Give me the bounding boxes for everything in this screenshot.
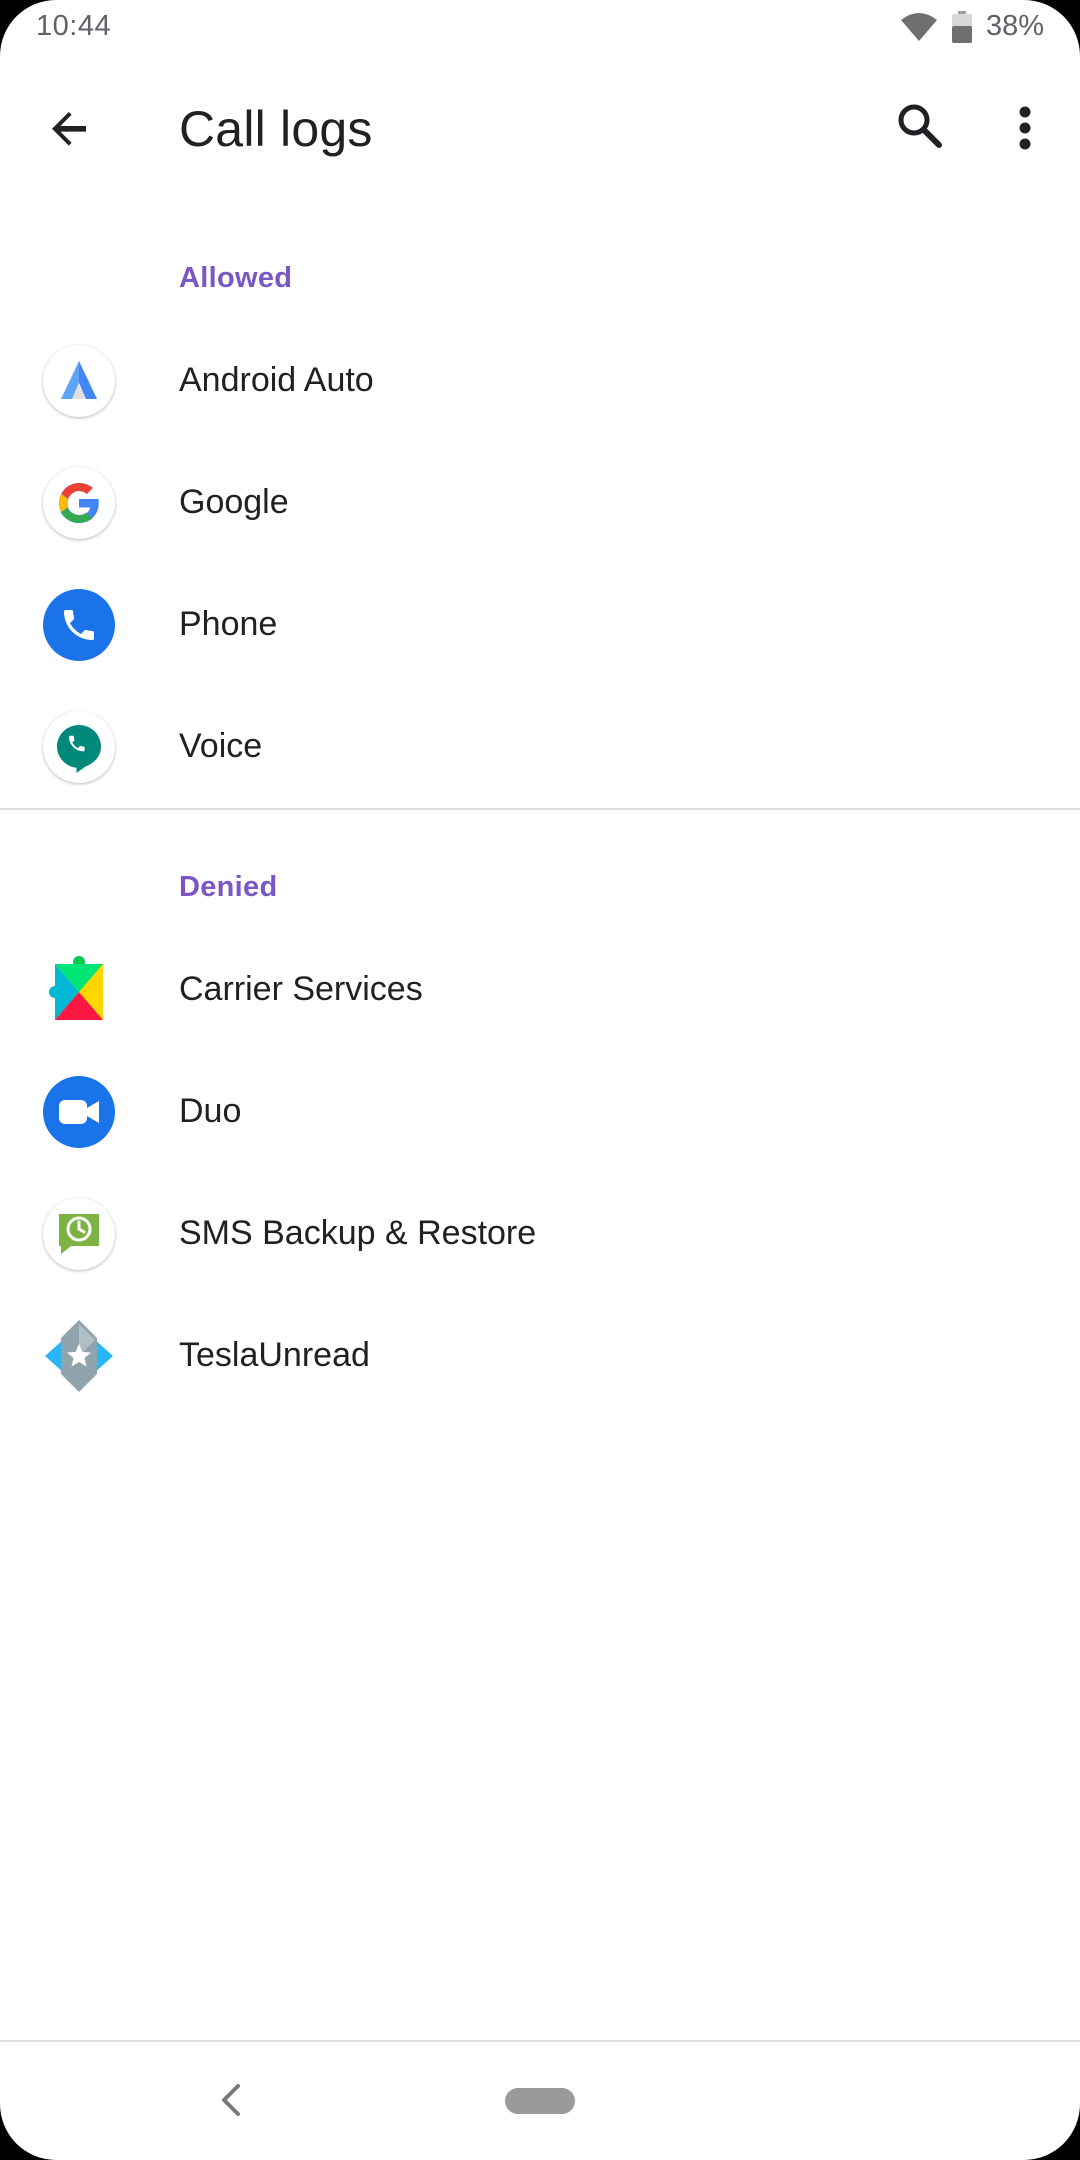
section-divider xyxy=(0,808,1080,810)
app-bar: Call logs xyxy=(0,70,1080,190)
app-label: Voice xyxy=(179,727,263,765)
section-header-allowed: Allowed xyxy=(179,262,293,294)
list-item-android-auto[interactable]: Android Auto xyxy=(0,320,1080,442)
status-icons: 38% xyxy=(900,10,1044,43)
phone-icon xyxy=(43,589,115,661)
more-options-button[interactable] xyxy=(985,90,1065,170)
list-item-phone[interactable]: Phone xyxy=(0,564,1080,686)
teslaunread-icon xyxy=(43,1320,115,1392)
app-label: TeslaUnread xyxy=(179,1336,370,1374)
more-vert-icon xyxy=(1018,106,1032,155)
voice-icon xyxy=(43,711,115,783)
google-icon xyxy=(43,467,115,539)
battery-icon xyxy=(951,10,972,43)
list-item-sms-backup[interactable]: SMS Backup & Restore xyxy=(0,1173,1080,1295)
android-auto-icon xyxy=(43,345,115,417)
app-label: Google xyxy=(179,483,289,521)
arrow-back-icon xyxy=(46,104,94,157)
nav-bar-divider xyxy=(0,2040,1080,2042)
list-item-teslaunread[interactable]: TeslaUnread xyxy=(0,1295,1080,1417)
sms-backup-icon xyxy=(43,1198,115,1270)
app-label: Carrier Services xyxy=(179,970,423,1008)
list-item-carrier-services[interactable]: Carrier Services xyxy=(0,929,1080,1051)
nav-home-pill[interactable] xyxy=(505,2088,575,2114)
back-button[interactable] xyxy=(30,90,110,170)
app-label: SMS Backup & Restore xyxy=(179,1214,537,1252)
duo-icon xyxy=(43,1076,115,1148)
app-label: Phone xyxy=(179,605,278,643)
list-item-duo[interactable]: Duo xyxy=(0,1051,1080,1173)
list-item-voice[interactable]: Voice xyxy=(0,686,1080,808)
app-label: Android Auto xyxy=(179,361,374,399)
section-header-denied: Denied xyxy=(179,871,278,903)
screen: 10:44 38% Call logs Allowed Android Auto… xyxy=(0,0,1080,2160)
page-title: Call logs xyxy=(179,101,373,157)
wifi-icon xyxy=(900,12,938,42)
status-time: 10:44 xyxy=(36,10,112,42)
battery-percent: 38% xyxy=(985,10,1044,42)
chevron-left-icon xyxy=(212,2084,252,2126)
list-item-google[interactable]: Google xyxy=(0,442,1080,564)
search-button[interactable] xyxy=(880,88,960,168)
status-bar: 10:44 38% xyxy=(0,0,1080,60)
carrier-services-icon xyxy=(43,954,115,1026)
nav-back-button[interactable] xyxy=(212,2078,252,2122)
app-label: Duo xyxy=(179,1092,242,1130)
search-icon xyxy=(894,100,946,157)
